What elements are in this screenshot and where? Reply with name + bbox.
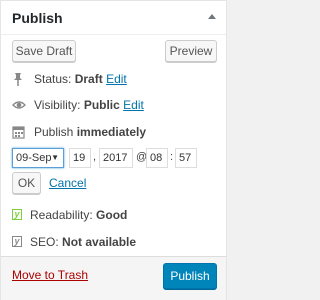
month-select[interactable]: 09-Sep ▼ — [12, 148, 64, 168]
day-input[interactable]: 19 — [69, 148, 91, 168]
readability-label: Readability: — [30, 208, 93, 222]
visibility-edit-link[interactable]: Edit — [123, 98, 144, 112]
yoast-icon: y — [12, 236, 22, 247]
caret-up-icon[interactable] — [208, 14, 216, 19]
seo-value: Not available — [62, 235, 137, 249]
time-colon: : — [170, 151, 174, 163]
pin-icon — [14, 73, 22, 86]
publish-box-header: Publish — [1, 1, 226, 35]
status-value: Draft — [74, 72, 103, 86]
visibility-label: Visibility: — [34, 98, 81, 112]
readability-value: Good — [96, 208, 128, 222]
eye-icon — [12, 101, 26, 109]
ok-button[interactable]: OK — [12, 172, 41, 194]
status-label: Status: — [34, 72, 72, 86]
date-comma: , — [93, 151, 97, 163]
publish-button[interactable]: Publish — [163, 263, 217, 289]
preview-button[interactable]: Preview — [165, 40, 217, 62]
month-select-value: 09-Sep — [16, 152, 52, 164]
calendar-icon — [12, 126, 25, 139]
yoast-icon: y — [12, 209, 22, 220]
visibility-value: Public — [83, 98, 120, 112]
year-input[interactable]: 2017 — [99, 148, 133, 168]
save-draft-button[interactable]: Save Draft — [12, 40, 76, 62]
move-to-trash-link[interactable]: Move to Trash — [12, 268, 88, 282]
status-edit-link[interactable]: Edit — [106, 72, 127, 86]
select-arrow-icon: ▼ — [51, 153, 59, 162]
cancel-link[interactable]: Cancel — [49, 176, 86, 190]
seo-label: SEO: — [30, 235, 59, 249]
hour-input[interactable]: 08 — [146, 148, 168, 168]
schedule-label: Publish — [34, 125, 74, 139]
schedule-value: immediately — [76, 125, 147, 139]
publish-box: Publish Save Draft Preview Status: Draft… — [0, 0, 227, 300]
publish-box-title: Publish — [12, 10, 63, 26]
minute-input[interactable]: 57 — [175, 148, 197, 168]
